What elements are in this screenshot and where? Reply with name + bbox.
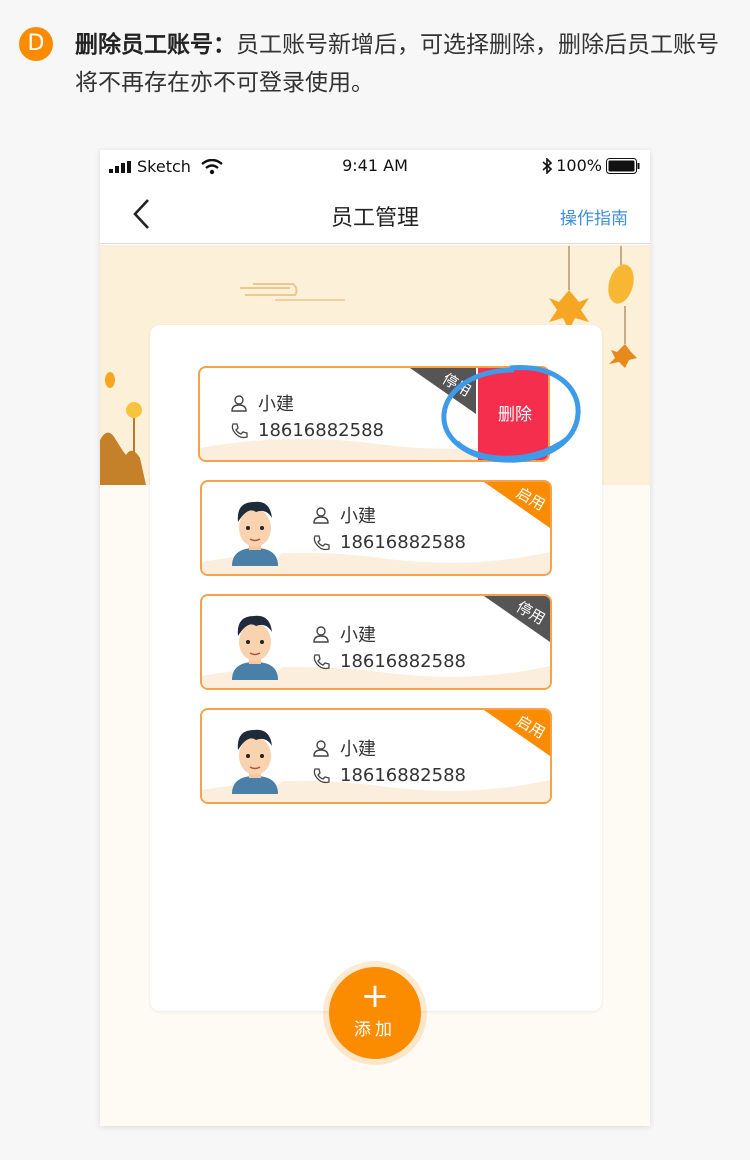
status-tag: 启用 [464,710,550,756]
employee-name: 小建 [340,739,376,760]
user-icon [313,740,329,757]
step-title: 删除员工账号 [75,32,213,58]
employee-phone-row: 18616882588 [312,765,466,786]
step-description: 删除员工账号：员工账号新增后，可选择删除，删除后员工账号将不再存在亦不可登录使用… [75,26,725,102]
user-icon [313,507,329,524]
step-badge: D [19,27,53,61]
battery-icon [606,157,640,174]
nav-bar: 员工管理 操作指南 [100,182,650,244]
employee-name: 小建 [340,506,376,527]
employee-phone: 18616882588 [258,420,384,441]
plus-icon: + [360,976,390,1016]
employee-name-row: 小建 [312,621,376,647]
avatar [219,721,291,794]
employee-name-row: 小建 [312,502,376,528]
status-bar: Sketch 9:41 AM 100% [100,150,650,182]
guide-link[interactable]: 操作指南 [560,204,628,229]
step-colon: ： [213,32,236,58]
avatar [219,607,291,680]
user-icon [231,395,247,412]
phone-icon [313,534,330,550]
add-employee-button[interactable]: + 添加 [329,967,421,1059]
phone-icon [231,422,248,438]
highlight-circle [441,365,581,463]
employee-phone: 18616882588 [340,765,466,786]
phone-icon [313,767,330,783]
cloud-decoration [240,283,345,301]
employee-name-row: 小建 [312,735,376,761]
status-tag: 停用 [464,596,550,642]
battery-percent: 100% [556,156,602,175]
employee-card[interactable]: 小建 18616882588 停用 [200,594,552,690]
add-label: 添加 [354,1020,396,1040]
employee-name-row: 小建 [230,390,294,416]
employee-card[interactable]: 小建 18616882588 启用 [200,708,552,804]
employee-phone-row: 18616882588 [312,532,466,553]
avatar [219,493,291,566]
bluetooth-icon [542,157,553,174]
employee-phone-row: 18616882588 [312,651,466,672]
user-icon [313,626,329,643]
tree-decoration [100,372,146,485]
employee-card[interactable]: 小建 18616882588 启用 [200,480,552,576]
status-tag: 启用 [464,482,550,528]
employee-name: 小建 [258,394,294,415]
phone-screen: Sketch 9:41 AM 100% 员工管理 操作指南 小建 1861688… [100,150,650,1126]
employee-phone-row: 18616882588 [230,420,384,441]
employee-name: 小建 [340,625,376,646]
employee-phone: 18616882588 [340,532,466,553]
phone-icon [313,653,330,669]
employee-phone: 18616882588 [340,651,466,672]
